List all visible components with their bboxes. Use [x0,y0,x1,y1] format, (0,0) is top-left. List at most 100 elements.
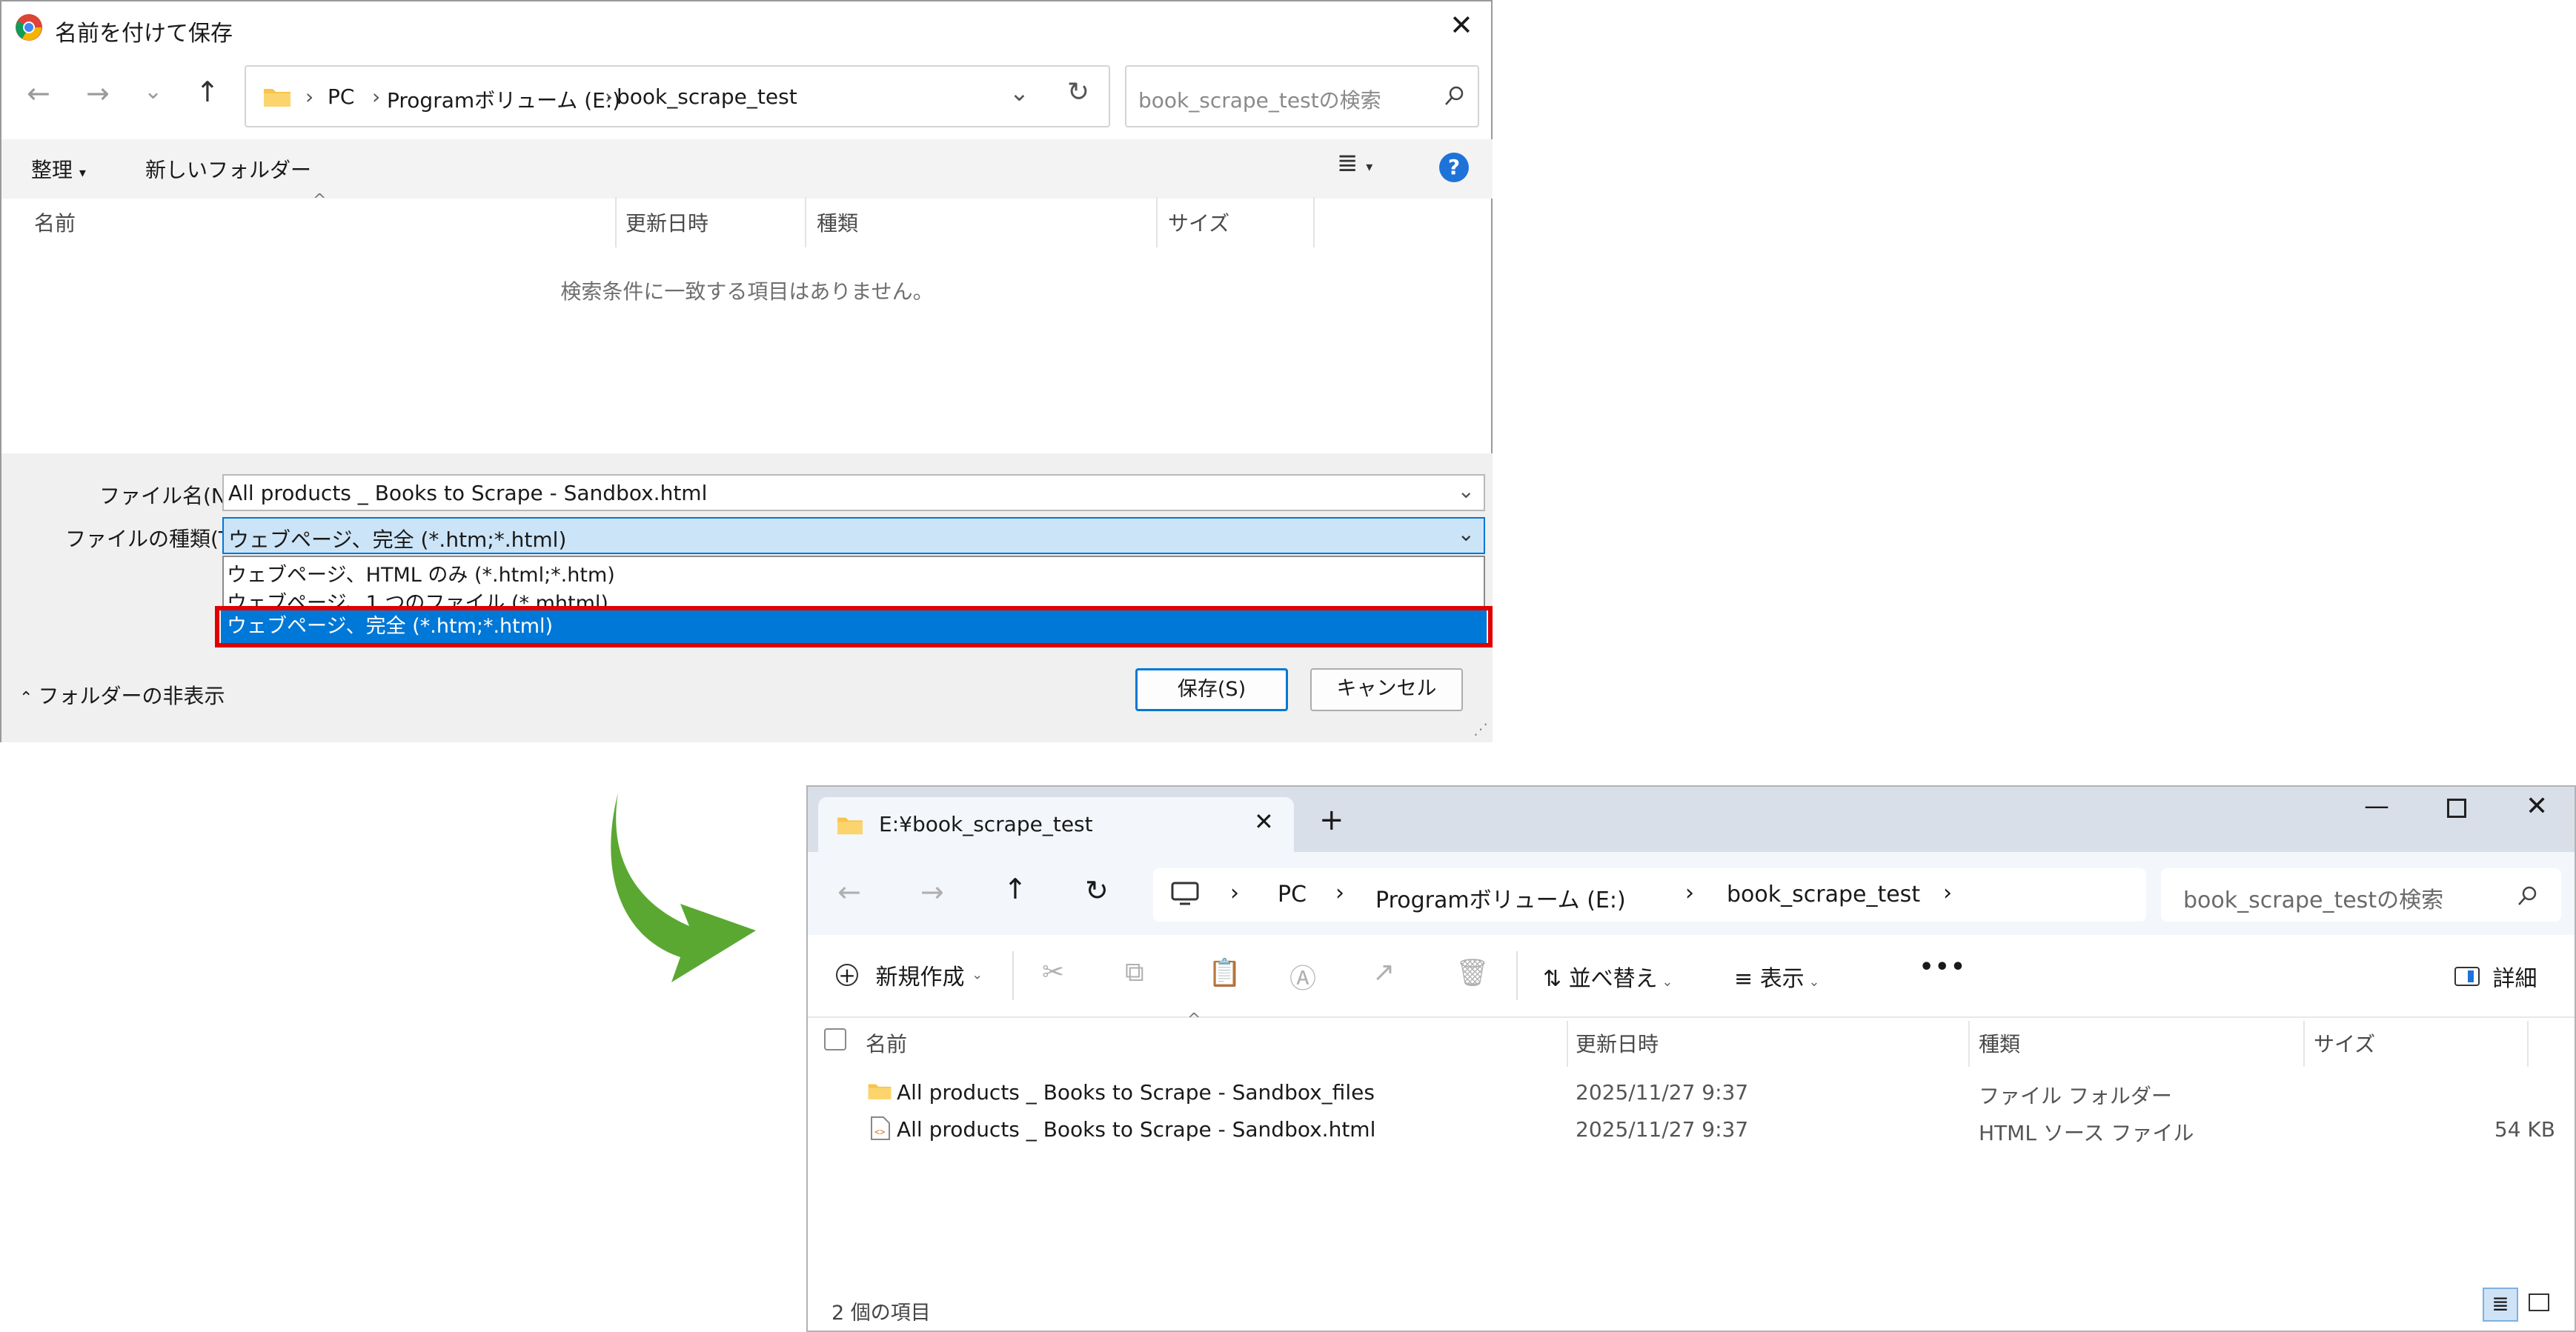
select-all-checkbox[interactable] [824,1028,846,1050]
cancel-button[interactable]: キャンセル [1310,668,1463,711]
html-file-icon: <> [871,1116,890,1140]
filetype-option[interactable]: ウェブページ、HTML のみ (*.html;*.htm) [227,559,615,587]
breadcrumb-separator-icon: › [1230,880,1239,906]
column-divider[interactable] [1968,1021,1970,1067]
filename-value: All products _ Books to Scrape - Sandbox… [228,481,708,505]
column-divider[interactable] [1313,197,1315,247]
sort-icon: ⇅ [1543,966,1569,992]
maximize-icon[interactable] [2447,799,2466,818]
filetype-option[interactable]: ウェブページ、1 つのファイル (*.mhtml) [227,587,608,607]
cut-icon[interactable]: ✂ [1042,957,1064,988]
close-icon[interactable]: ✕ [1450,9,1473,41]
column-header-name[interactable]: 名前 [866,1028,907,1058]
column-header-size[interactable]: サイズ [1168,207,1229,237]
recent-locations-chevron-icon[interactable]: ⌄ [144,79,162,104]
resize-grip-icon[interactable]: ⋰ [1473,720,1488,738]
new-tab-icon[interactable]: + [1319,803,1344,837]
file-type: ファイル フォルダー [1979,1084,2172,1108]
address-bar[interactable]: › PC › Programボリューム (E:) › book_scrape_t… [1153,868,2146,922]
search-input[interactable]: book_scrape_testの検索 [1125,65,1479,127]
see-more-icon[interactable]: ••• [1919,954,1967,980]
breadcrumb-folder[interactable]: book_scrape_test [617,84,797,109]
column-divider[interactable] [2303,1021,2305,1067]
table-row[interactable]: <> All products _ Books to Scrape - Sand… [860,1113,2557,1148]
details-view-icon[interactable]: ≣ [2483,1288,2518,1322]
filename-label: ファイル名(N): [99,484,242,508]
organize-label: 整理 [31,158,73,182]
delete-icon[interactable]: 🗑 [1455,957,1490,988]
view-menu-icon[interactable]: ≣ ▾ [1337,148,1372,178]
details-pane-button[interactable]: 詳細 [2454,960,2537,993]
breadcrumb-folder[interactable]: book_scrape_test [1727,882,1920,908]
search-placeholder: book_scrape_testの検索 [2183,888,2444,913]
plus-circle-icon: + [836,964,858,986]
column-divider[interactable] [615,197,617,247]
file-explorer-window: E:¥book_scrape_test ✕ + — ✕ ← → ↑ ↻ › PC… [806,785,2576,1332]
chevron-down-icon[interactable]: ⌄ [1458,479,1475,503]
paste-icon[interactable]: 📋 [1208,957,1241,988]
this-pc-monitor-icon [1171,882,1199,905]
chevron-down-icon: ▾ [79,165,86,181]
column-header-date[interactable]: 更新日時 [1576,1028,1659,1058]
search-icon[interactable] [2517,885,2539,907]
help-icon[interactable]: ? [1439,153,1469,182]
organize-button[interactable]: 整理 ▾ [31,154,86,184]
back-arrow-icon[interactable]: ← [27,77,50,110]
column-header-type[interactable]: 種類 [817,207,858,237]
breadcrumb-pc[interactable]: PC [1278,882,1307,908]
forward-arrow-icon[interactable]: → [920,876,944,908]
dialog-title: 名前を付けて保存 [55,21,233,47]
breadcrumb-separator-icon: › [1335,880,1344,906]
minimize-icon[interactable]: — [2364,791,2389,821]
column-divider[interactable] [2527,1021,2529,1067]
new-button[interactable]: + 新規作成 ⌄ [836,959,983,991]
file-date: 2025/11/27 9:37 [1576,1117,1749,1142]
filename-field[interactable]: All products _ Books to Scrape - Sandbox… [222,474,1485,511]
address-dropdown-chevron-icon[interactable]: ⌄ [1009,79,1029,107]
column-header-name[interactable]: 名前 [34,207,76,237]
close-tab-icon[interactable]: ✕ [1254,807,1274,836]
filetype-select[interactable]: ウェブページ、完全 (*.htm;*.html) ⌄ [222,517,1485,554]
hide-folders-button[interactable]: ⌃ フォルダーの非表示 [19,680,225,710]
sort-button[interactable]: ⇅ 並べ替え ⌄ [1543,960,1673,993]
breadcrumb-separator-icon: › [1685,880,1694,906]
close-window-icon[interactable]: ✕ [2526,791,2548,822]
copy-icon[interactable]: ⧉ [1125,957,1144,988]
status-item-count: 2 個の項目 [831,1302,931,1325]
save-button[interactable]: 保存(S) [1135,668,1288,711]
back-arrow-icon[interactable]: ← [837,876,861,908]
toolbar-divider [1012,951,1014,1000]
address-bar[interactable]: › PC › Programボリューム (E:) › book_scrape_t… [245,65,1110,127]
view-button[interactable]: ≡ 表示 ⌄ [1734,960,1820,993]
breadcrumb-drive[interactable]: Programボリューム (E:) [387,84,620,114]
tiles-view-icon[interactable] [2529,1293,2549,1311]
chevron-down-icon[interactable]: ⌄ [1458,522,1475,546]
command-bar [808,935,2575,1018]
up-arrow-icon[interactable]: ↑ [196,76,219,108]
breadcrumb-pc[interactable]: PC [328,84,354,109]
tab-current[interactable]: E:¥book_scrape_test ✕ [818,797,1294,853]
refresh-icon[interactable]: ↻ [1067,77,1089,107]
folder-icon [868,1084,892,1099]
table-row[interactable]: All products _ Books to Scrape - Sandbox… [860,1076,2557,1111]
search-icon[interactable] [1444,84,1466,107]
rename-icon[interactable]: Ⓐ [1289,957,1316,996]
breadcrumb-expand-icon[interactable]: › [1943,880,1952,906]
chrome-icon [16,14,42,41]
column-header-size[interactable]: サイズ [2314,1028,2375,1058]
new-folder-button[interactable]: 新しいフォルダー [145,154,311,184]
sort-ascending-icon: ^ [313,191,327,210]
breadcrumb-drive[interactable]: Programボリューム (E:) [1375,882,1626,914]
refresh-icon[interactable]: ↻ [1085,874,1109,907]
folder-icon [264,89,291,107]
column-divider[interactable] [1567,1021,1568,1067]
search-input[interactable]: book_scrape_testの検索 [2161,868,2561,922]
column-divider[interactable] [805,197,806,247]
up-arrow-icon[interactable]: ↑ [1003,873,1027,905]
column-divider[interactable] [1156,197,1158,247]
forward-arrow-icon[interactable]: → [86,77,110,110]
share-icon[interactable]: ↗ [1372,957,1395,988]
folder-icon [837,817,863,835]
column-header-date[interactable]: 更新日時 [625,207,708,237]
column-header-type[interactable]: 種類 [1979,1028,2020,1058]
